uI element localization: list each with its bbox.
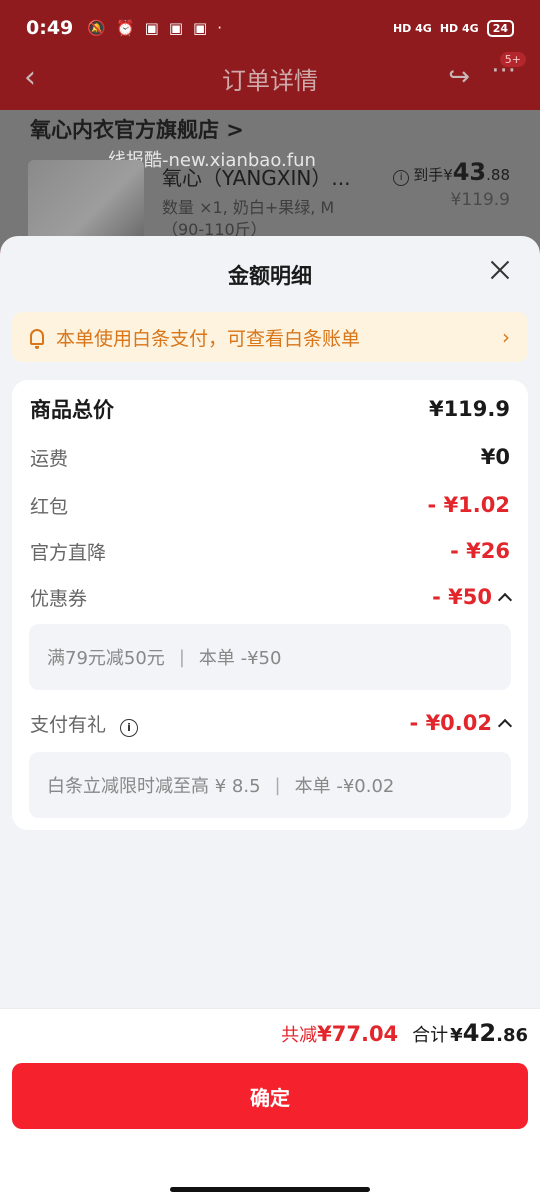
product-name[interactable]: 氧心（YANGXIN）... bbox=[162, 162, 350, 191]
chevron-up-icon[interactable] bbox=[497, 718, 513, 734]
row-shipping: 运费 ¥0 bbox=[30, 442, 510, 472]
coupon-rule: 满79元减50元 bbox=[47, 648, 165, 669]
row-value: - ¥1.02 bbox=[427, 493, 510, 517]
info-icon[interactable]: i bbox=[120, 718, 139, 737]
total-currency: ¥ bbox=[450, 1025, 463, 1046]
sheet-title: 金额明细 bbox=[228, 264, 312, 288]
row-official-drop: 官方直降 - ¥26 bbox=[30, 536, 510, 566]
row-label: 商品总价 bbox=[30, 398, 114, 422]
coupon-value: - ¥50 bbox=[432, 585, 492, 609]
notification-icons: 🔕 ⏰ ▣ ▣ ▣ · bbox=[87, 19, 222, 37]
row-value: ¥0 bbox=[480, 445, 510, 469]
pay-gift-applied: 本单 -¥0.02 bbox=[294, 776, 395, 797]
more-badge: 5+ bbox=[499, 52, 526, 67]
price-prefix: 到手¥ bbox=[413, 166, 453, 184]
product-spec: 数量 ×1, 奶白+果绿, M（90-110斤） bbox=[162, 198, 335, 239]
row-value: ¥119.9 bbox=[428, 397, 510, 421]
row-label: 红包 bbox=[30, 495, 69, 518]
baitiao-notice[interactable]: 本单使用白条支付，可查看白条账单 › bbox=[12, 312, 528, 362]
status-right-icons: HD 4G HD 4G 24 bbox=[392, 19, 514, 37]
product-image[interactable] bbox=[28, 160, 144, 240]
original-price: ¥119.9 bbox=[450, 190, 510, 210]
shop-name[interactable]: 氧心内衣官方旗舰店 > bbox=[30, 114, 244, 144]
row-label: 支付有礼 i bbox=[30, 710, 139, 737]
share-icon[interactable]: ↪ bbox=[448, 62, 470, 92]
row-redpacket: 红包 - ¥1.02 bbox=[30, 490, 510, 520]
row-pay-gift[interactable]: 支付有礼 i - ¥0.02 bbox=[30, 708, 513, 738]
row-label: 优惠券 bbox=[30, 587, 88, 610]
row-value: - ¥0.02 bbox=[409, 711, 513, 735]
bottom-bar: 共减 ¥77.04 合计 ¥ 42 .86 确定 bbox=[0, 1008, 540, 1200]
divider: | bbox=[178, 646, 185, 668]
nav-bar: ‹ 订单详情 ↪ ··· 5+ bbox=[0, 52, 540, 100]
totals: 共减 ¥77.04 合计 ¥ 42 .86 bbox=[281, 1019, 528, 1047]
alarm-icon: ⏰ bbox=[115, 19, 135, 37]
row-total: 商品总价 ¥119.9 bbox=[30, 394, 510, 424]
total-label: 合计 bbox=[412, 1025, 449, 1046]
home-indicator[interactable] bbox=[170, 1187, 370, 1192]
total-dec: .86 bbox=[496, 1025, 528, 1046]
row-label: 运费 bbox=[30, 447, 69, 470]
info-icon[interactable]: i bbox=[393, 170, 410, 186]
chevron-up-icon[interactable] bbox=[497, 592, 513, 608]
saved-label: 共减 bbox=[281, 1025, 318, 1046]
notice-text: 本单使用白条支付，可查看白条账单 bbox=[56, 327, 361, 350]
amount-detail-card: 商品总价 ¥119.9 运费 ¥0 红包 - ¥1.02 官方直降 - ¥26 … bbox=[12, 380, 528, 830]
signal-icon: HD 4G bbox=[392, 21, 432, 35]
chevron-right-icon: › bbox=[502, 325, 510, 349]
app-notification-icon: ▣ bbox=[168, 19, 184, 37]
pay-gift-rule: 白条立减限时减至高 ¥ 8.5 bbox=[47, 776, 261, 797]
close-icon[interactable] bbox=[488, 258, 512, 282]
confirm-button[interactable]: 确定 bbox=[12, 1063, 528, 1129]
coupon-detail-box: 满79元减50元 | 本单 -¥50 bbox=[29, 624, 511, 690]
signal-icon: HD 4G bbox=[439, 21, 479, 35]
price-dec: .88 bbox=[486, 166, 510, 184]
row-coupon[interactable]: 优惠券 - ¥50 bbox=[30, 582, 513, 612]
pay-gift-detail-box: 白条立减限时减至高 ¥ 8.5 | 本单 -¥0.02 bbox=[29, 752, 511, 818]
row-value: - ¥26 bbox=[450, 539, 510, 563]
status-bar: 0:49 🔕 ⏰ ▣ ▣ ▣ · HD 4G HD 4G 24 bbox=[0, 0, 540, 56]
app-notification-icon: ▣ bbox=[144, 19, 159, 37]
more-notifications-dot: · bbox=[217, 19, 222, 37]
total-int: 42 bbox=[462, 1019, 497, 1047]
price-int: 43 bbox=[452, 158, 487, 186]
bell-icon bbox=[30, 329, 44, 349]
product-price: i 到手¥ 43 .88 bbox=[393, 158, 510, 186]
pay-gift-label: 支付有礼 bbox=[30, 713, 107, 736]
saved-value: ¥77.04 bbox=[317, 1022, 399, 1046]
battery-icon: 24 bbox=[486, 19, 514, 37]
app-notification-icon: ▣ bbox=[193, 19, 208, 37]
coupon-applied: 本单 -¥50 bbox=[198, 648, 282, 669]
pay-gift-value: - ¥0.02 bbox=[409, 711, 492, 735]
divider: | bbox=[274, 774, 281, 796]
row-label: 官方直降 bbox=[30, 541, 107, 564]
status-time: 0:49 bbox=[26, 17, 74, 39]
mute-icon: 🔕 bbox=[87, 19, 106, 37]
row-value: - ¥50 bbox=[432, 585, 513, 609]
